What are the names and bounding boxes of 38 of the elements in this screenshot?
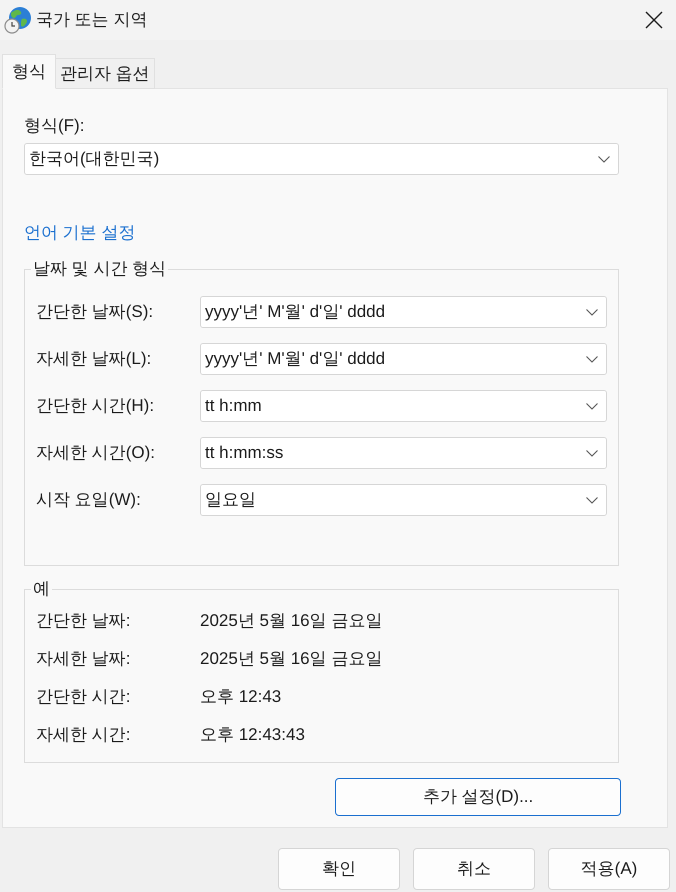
chevron-down-icon	[586, 308, 598, 316]
example-label: 자세한 시간:	[36, 724, 132, 746]
dropdown[interactable]: 일요일	[200, 484, 607, 516]
dropdown[interactable]: tt h:mm	[200, 390, 607, 422]
field-label: 자세한 시간(O):	[36, 442, 156, 464]
example-value: 2025년 5월 16일 금요일	[200, 648, 382, 670]
field-label: 간단한 시간(H):	[36, 395, 156, 417]
group-title: 날짜 및 시간 형식	[32, 258, 168, 280]
window-title: 국가 또는 지역	[36, 9, 148, 31]
language-settings-link[interactable]: 언어 기본 설정	[24, 222, 136, 244]
example-label: 간단한 날짜:	[36, 610, 132, 632]
close-icon	[645, 11, 663, 29]
example-value: 오후 12:43:43	[200, 724, 305, 746]
example-value: 2025년 5월 16일 금요일	[200, 610, 382, 632]
example-value: 오후 12:43	[200, 686, 282, 708]
chevron-down-icon	[586, 402, 598, 410]
dropdown[interactable]: 한국어(대한민국)	[24, 143, 619, 175]
dropdown[interactable]: tt h:mm:ss	[200, 437, 607, 469]
example-label: 자세한 날짜:	[36, 648, 132, 670]
group-title: 예	[32, 578, 51, 600]
field-label: 자세한 날짜(L):	[36, 348, 152, 370]
dropdown[interactable]: yyyy'년' M'월' d'일' dddd	[200, 343, 607, 375]
field-label: 시작 요일(W):	[36, 489, 142, 511]
dropdown[interactable]: yyyy'년' M'월' d'일' dddd	[200, 296, 607, 328]
chevron-down-icon	[586, 450, 598, 456]
field-label: 간단한 날짜(S):	[36, 301, 154, 323]
chevron-down-icon	[586, 496, 598, 504]
dialog-button[interactable]: 적용(A)	[548, 848, 670, 890]
chevron-down-icon	[586, 356, 598, 362]
dialog-button[interactable]: 확인	[278, 848, 400, 890]
globe-clock-icon	[4, 6, 32, 34]
chevron-down-icon	[598, 156, 610, 162]
example-label: 간단한 시간:	[36, 686, 132, 708]
field-label: 형식(F):	[24, 115, 84, 137]
tab[interactable]: 관리자 옵션	[56, 58, 155, 89]
additional-settings-button[interactable]: 추가 설정(D)...	[335, 778, 621, 816]
dialog-button[interactable]: 취소	[413, 848, 535, 890]
tab[interactable]: 형식	[2, 54, 56, 89]
